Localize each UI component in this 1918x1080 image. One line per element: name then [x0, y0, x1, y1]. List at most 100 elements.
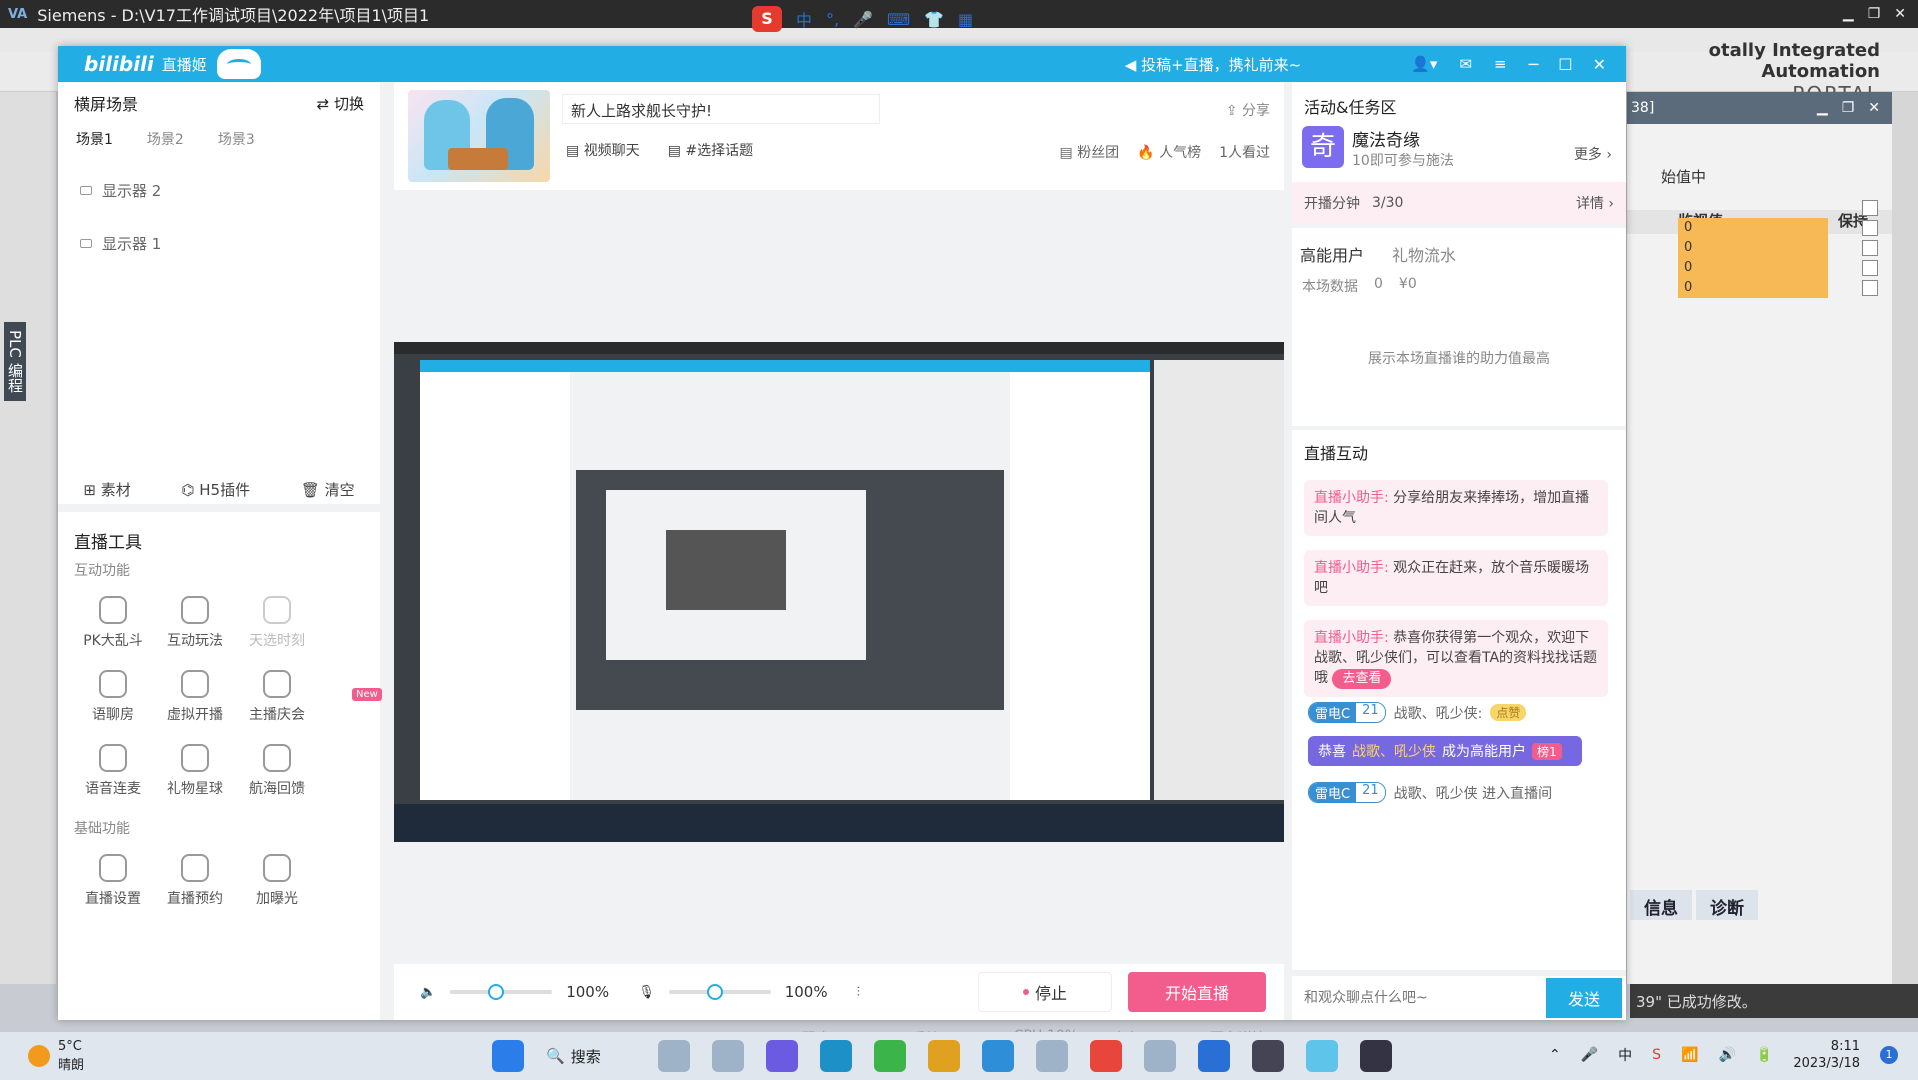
room-cover-image[interactable] [408, 90, 550, 182]
hold-checkbox[interactable] [1862, 220, 1878, 236]
speaker-volume-slider[interactable] [450, 984, 553, 1000]
source-item[interactable]: 显示器 2 [80, 164, 380, 217]
microphone-icon[interactable]: 🎤 [1581, 1047, 1598, 1063]
tool-live-schedule[interactable]: 直播预约 [150, 854, 240, 908]
share-button[interactable]: ⇪ 分享 [1226, 100, 1270, 120]
hold-checkbox[interactable] [1862, 200, 1878, 216]
input-language[interactable]: 中 [1618, 1045, 1632, 1065]
app-icon[interactable] [874, 1040, 906, 1072]
clear-button[interactable]: 🗑 清空 [301, 479, 355, 500]
switch-button[interactable]: ⇄ 切换 [317, 93, 364, 114]
windows-start-icon[interactable] [492, 1040, 524, 1072]
slider-knob[interactable] [706, 984, 723, 1000]
calculator-icon[interactable] [1036, 1040, 1068, 1072]
activity-more-link[interactable]: 更多 › [1574, 144, 1612, 164]
fan-club-button[interactable]: ▤ 粉丝团 [1060, 142, 1120, 162]
task-view-icon[interactable] [658, 1040, 690, 1072]
hold-checkbox[interactable] [1862, 240, 1878, 256]
tool-celebration[interactable]: 主播庆会 [232, 670, 322, 724]
watch-value-cell[interactable]: 0 [1678, 218, 1828, 238]
plcsim-icon[interactable] [1360, 1040, 1392, 1072]
app-icon[interactable] [712, 1040, 744, 1072]
minimize-icon[interactable]: ▁ [1843, 6, 1854, 22]
wifi-icon[interactable]: 📶 [1681, 1047, 1698, 1063]
mixer-icon[interactable]: ⫶ [857, 985, 860, 1000]
h5-plugin-button[interactable]: ⌬ H5插件 [181, 479, 250, 500]
app-icon[interactable] [1198, 1040, 1230, 1072]
tab-scene-2[interactable]: 场景2 [147, 129, 184, 149]
tool-voice-link[interactable]: 语音连麦 [68, 744, 158, 798]
search-button[interactable]: 🔍 搜索 [546, 1046, 636, 1067]
panel-restore-icon[interactable]: ❐ [1842, 100, 1855, 116]
tool-live-settings[interactable]: 直播设置 [68, 854, 158, 908]
panel-close-icon[interactable]: ✕ [1868, 100, 1880, 116]
tab-info[interactable]: 信息 [1630, 890, 1692, 920]
send-button[interactable]: 发送 [1546, 978, 1622, 1018]
notepad-icon[interactable] [982, 1040, 1014, 1072]
popular-rank-button[interactable]: 🔥 人气榜 [1137, 142, 1201, 162]
kpi-detail-link[interactable]: 详情 › [1576, 193, 1614, 213]
clock[interactable]: 8:11 2023/3/18 [1793, 1038, 1860, 1072]
tab-scene-1[interactable]: 场景1 [76, 129, 113, 149]
close-icon[interactable]: ✕ [1894, 6, 1906, 22]
ime-mic-icon[interactable]: 🎤 [853, 10, 873, 29]
tab-diagnostics[interactable]: 诊断 [1696, 890, 1758, 920]
tool-lottery[interactable]: 天选时刻 [232, 596, 322, 650]
close-icon[interactable]: ✕ [1593, 55, 1606, 74]
sogou-logo-icon[interactable]: S [752, 6, 782, 32]
volume-icon[interactable]: 🔊 [1718, 1047, 1735, 1063]
hold-checkbox[interactable] [1862, 280, 1878, 296]
speaker-icon[interactable]: 🔈 [420, 985, 436, 1000]
settings-icon[interactable] [1144, 1040, 1176, 1072]
chevron-up-icon[interactable]: ⌃ [1549, 1047, 1561, 1063]
tool-pk[interactable]: PK大乱斗 [68, 596, 158, 650]
edge-icon[interactable] [820, 1040, 852, 1072]
menu-icon[interactable]: ≡ [1494, 55, 1507, 73]
mic-volume-slider[interactable] [668, 984, 771, 1000]
watch-value-cell[interactable]: 0 [1678, 238, 1828, 258]
weather-widget[interactable]: 5°C 晴朗 [0, 1039, 84, 1073]
tool-voice-room[interactable]: 语聊房 [68, 670, 158, 724]
restore-icon[interactable]: ❐ [1868, 6, 1881, 22]
slider-knob[interactable] [488, 984, 505, 1000]
tool-interactive-play[interactable]: 互动玩法 [150, 596, 240, 650]
minimize-icon[interactable]: ─ [1529, 55, 1539, 74]
tab-high-energy-users[interactable]: 高能用户 [1300, 242, 1364, 266]
bilibili-live-icon[interactable] [1306, 1040, 1338, 1072]
material-button[interactable]: ⊞ 素材 [83, 479, 130, 500]
tab-gift-flow[interactable]: 礼物流水 [1392, 242, 1456, 266]
ime-menu-icon[interactable]: ▦ [958, 10, 973, 29]
tia-portal-icon[interactable] [1252, 1040, 1284, 1072]
mail-icon[interactable]: ✉ [1459, 55, 1472, 73]
panel-minimize-icon[interactable]: ▁ [1817, 100, 1828, 116]
chrome-icon[interactable] [1090, 1040, 1122, 1072]
chat-input[interactable] [1292, 980, 1546, 1016]
topic-select[interactable]: ▤ #选择话题 [668, 140, 753, 160]
tool-gift-planet[interactable]: 礼物星球 [150, 744, 240, 798]
avatar-icon[interactable]: 👤▾ [1411, 55, 1437, 73]
room-title-input[interactable]: 新人上路求舰长守护! [562, 94, 880, 124]
tab-scene-3[interactable]: 场景3 [218, 129, 255, 149]
stop-button[interactable]: 停止 [978, 972, 1112, 1012]
category-video-chat[interactable]: ▤ 视频聊天 [566, 140, 640, 160]
tool-virtual-live[interactable]: 虚拟开播 [150, 670, 240, 724]
hold-checkbox[interactable] [1862, 260, 1878, 276]
ime-skin-icon[interactable]: 👕 [924, 10, 944, 29]
ime-lang-icon[interactable]: 中 [796, 7, 812, 31]
store-icon[interactable] [928, 1040, 960, 1072]
source-item[interactable]: 显示器 1 [80, 217, 380, 270]
ime-keyboard-icon[interactable]: ⌨ [887, 10, 910, 29]
maximize-icon[interactable]: ☐ [1558, 55, 1572, 74]
view-profile-button[interactable]: 去查看 [1332, 669, 1392, 689]
start-live-button[interactable]: 开始直播 [1128, 972, 1266, 1012]
battery-icon[interactable]: 🔋 [1756, 1047, 1773, 1063]
plc-programming-tab[interactable]: PLC 编程 [4, 322, 26, 401]
watch-value-cell[interactable]: 0 [1678, 278, 1828, 298]
tool-voyage-reward[interactable]: 航海回馈 [232, 744, 322, 798]
microphone-icon[interactable]: 🎙 [638, 985, 655, 1000]
sogou-icon[interactable]: S [1652, 1047, 1661, 1063]
watch-value-cell[interactable]: 0 [1678, 258, 1828, 278]
ime-punct-icon[interactable]: °, [826, 10, 839, 29]
promo-banner[interactable]: ◀ 投稿+直播，携礼前来~ [1125, 54, 1301, 75]
tool-boost-exposure[interactable]: 加曝光 [232, 854, 322, 908]
